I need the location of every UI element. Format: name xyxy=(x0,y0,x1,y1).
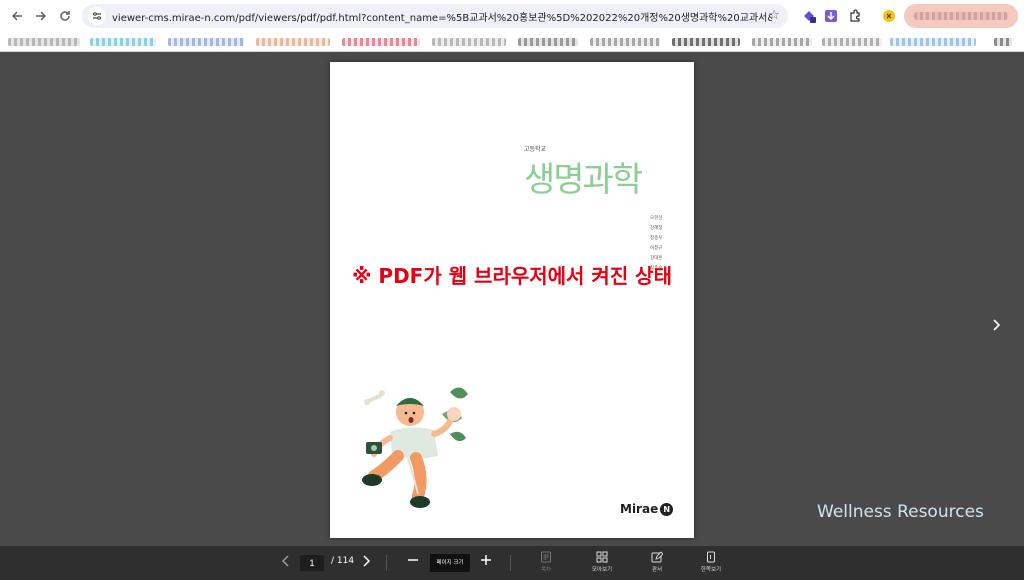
bookmark-item[interactable] xyxy=(90,38,156,46)
author-name: 강혜정 xyxy=(650,226,663,231)
bookmark-item[interactable] xyxy=(518,38,578,46)
pdf-page-cover: 고등학교 생명과학 오현선 강혜정 정종우 이정규 강대훈 최종수 ※ PDF가… xyxy=(330,62,694,538)
publisher-logo: Mirae N xyxy=(620,502,674,516)
next-page-arrow[interactable] xyxy=(990,316,1010,336)
book-title: 생명과학 xyxy=(524,160,643,200)
author-name: 이정규 xyxy=(650,246,663,251)
bookmarks-bar xyxy=(0,32,1024,52)
bookmark-item[interactable] xyxy=(8,38,80,46)
extension-purple-icon[interactable] xyxy=(800,7,818,25)
bookmark-item[interactable] xyxy=(256,38,330,46)
browser-toolbar: viewer-cms.mirae-n.com/pdf/viewers/pdf/p… xyxy=(0,0,1024,32)
publisher-logo-text: Mirae xyxy=(620,502,659,516)
toolbar-divider xyxy=(510,555,511,571)
arrow-left-icon xyxy=(11,11,22,21)
watermark-text: Wellness Resources xyxy=(817,502,984,522)
prev-page-button[interactable] xyxy=(280,554,292,572)
thumbnail-view-button[interactable]: 모아보기 xyxy=(582,551,622,573)
bookmark-item[interactable] xyxy=(168,38,244,46)
bookmark-item[interactable] xyxy=(590,38,660,46)
author-name: 정종우 xyxy=(650,236,663,241)
site-info-icon[interactable] xyxy=(88,7,106,25)
toc-button[interactable]: 목차 xyxy=(526,551,566,573)
next-page-button[interactable] xyxy=(360,554,372,572)
address-bar[interactable]: viewer-cms.mirae-n.com/pdf/viewers/pdf/p… xyxy=(82,4,788,28)
extensions-puzzle-icon[interactable] xyxy=(846,7,864,25)
zoom-level-select[interactable]: 페이지 크기 xyxy=(430,554,470,572)
back-button[interactable] xyxy=(4,3,30,29)
forward-button[interactable] xyxy=(28,3,54,29)
toc-icon xyxy=(541,551,551,563)
thumbnail-view-label: 모아보기 xyxy=(591,567,613,573)
author-name: 오현선 xyxy=(650,216,663,221)
chevron-left-icon xyxy=(281,555,289,567)
arrow-right-icon xyxy=(36,11,47,21)
extension-yellow-icon[interactable] xyxy=(880,7,898,25)
profile-button[interactable] xyxy=(904,4,1018,28)
bookmark-star-icon[interactable]: ☆ xyxy=(768,8,780,23)
zoom-in-button[interactable] xyxy=(480,552,492,571)
bookmark-item[interactable] xyxy=(890,38,976,46)
chevron-right-icon xyxy=(993,319,1001,331)
profile-name-redacted xyxy=(914,12,1008,20)
extension-download-icon[interactable] xyxy=(822,7,840,25)
zoom-out-button[interactable] xyxy=(407,552,419,571)
bookmark-item[interactable] xyxy=(432,38,506,46)
overlay-notice: ※ PDF가 웹 브라우저에서 켜진 상태 xyxy=(352,264,672,288)
total-pages: / 114 xyxy=(331,556,355,566)
reload-icon xyxy=(60,11,70,21)
single-page-icon xyxy=(707,551,715,563)
annotate-button[interactable]: 판서 xyxy=(637,551,677,573)
bookmark-item[interactable] xyxy=(342,38,420,46)
cover-illustration xyxy=(362,387,468,508)
chevron-right-icon xyxy=(363,555,371,567)
single-page-button[interactable]: 한쪽보기 xyxy=(691,551,731,573)
bookmark-item[interactable] xyxy=(994,38,1012,46)
reload-button[interactable] xyxy=(52,3,78,29)
single-page-label: 한쪽보기 xyxy=(700,567,722,573)
pdf-viewer: 고등학교 생명과학 오현선 강혜정 정종우 이정규 강대훈 최종수 ※ PDF가… xyxy=(0,52,1024,546)
pen-icon xyxy=(651,551,663,563)
url-text: viewer-cms.mirae-n.com/pdf/viewers/pdf/p… xyxy=(112,12,772,24)
toc-label: 목차 xyxy=(540,567,552,573)
toolbar-divider xyxy=(386,555,387,571)
annotate-label: 판서 xyxy=(651,567,663,573)
bookmark-item[interactable] xyxy=(752,38,812,46)
viewer-toolbar: / 114 페이지 크기 목차 모아보기 판서 한쪽보기 xyxy=(0,546,1024,580)
minus-icon xyxy=(408,559,418,561)
grid-icon xyxy=(596,551,608,563)
page-number-input[interactable] xyxy=(300,555,324,571)
bookmark-item[interactable] xyxy=(822,38,882,46)
bookmark-item[interactable] xyxy=(672,38,740,46)
plus-icon xyxy=(481,555,491,565)
publisher-logo-mark: N xyxy=(660,502,674,516)
